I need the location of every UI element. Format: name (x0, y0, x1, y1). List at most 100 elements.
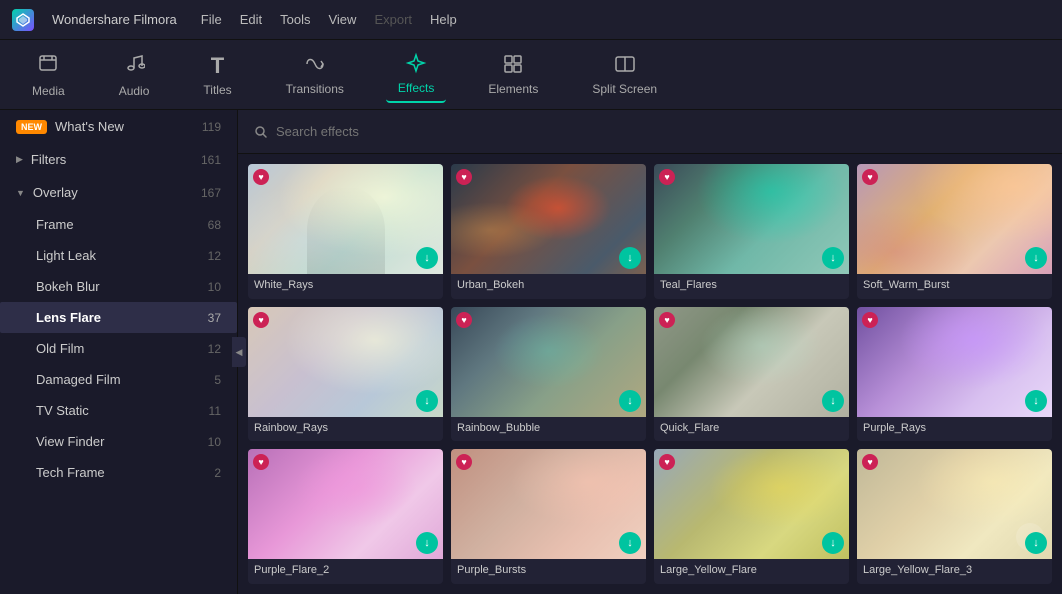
menu-help[interactable]: Help (430, 12, 457, 27)
menu-view[interactable]: View (328, 12, 356, 27)
sidebar-damaged-film-count: 5 (214, 373, 221, 387)
media-label: Media (32, 84, 65, 98)
effect-label-purple-bursts: Purple_Bursts (451, 559, 646, 581)
sidebar-tv-static-count: 11 (209, 404, 221, 418)
sidebar-overlay-count: 167 (201, 186, 221, 200)
effect-label-purple-rays: Purple_Rays (857, 417, 1052, 439)
sidebar-light-leak-count: 12 (208, 249, 221, 263)
effect-label-soft-warm-burst: Soft_Warm_Burst (857, 274, 1052, 296)
effect-card-soft-warm-burst[interactable]: ♥ ↓ Soft_Warm_Burst (857, 164, 1052, 299)
effect-card-rainbow-rays[interactable]: ♥ ↓ Rainbow_Rays (248, 307, 443, 442)
split-screen-icon (614, 53, 636, 78)
sidebar-tech-frame-label: Tech Frame (36, 465, 105, 480)
sidebar-item-damaged-film[interactable]: Damaged Film 5 (0, 364, 237, 395)
sidebar-item-old-film[interactable]: Old Film 12 (0, 333, 237, 364)
effect-card-large-yellow-flare3[interactable]: ♥ ↓ Large_Yellow_Flare_3 (857, 449, 1052, 584)
sidebar-filters-label: Filters (31, 152, 66, 167)
sidebar-item-frame[interactable]: Frame 68 (0, 209, 237, 240)
effect-card-purple-rays[interactable]: ♥ ↓ Purple_Rays (857, 307, 1052, 442)
main-area: NEW What's New 119 ▶ Filters 161 ▼ Overl… (0, 110, 1062, 594)
effect-badge-soft-warm-burst: ♥ (862, 169, 878, 185)
sidebar-tv-static-label: TV Static (36, 403, 89, 418)
sidebar-lens-flare-count: 37 (208, 311, 221, 325)
effect-label-quick-flare: Quick_Flare (654, 417, 849, 439)
effect-label-rainbow-bubble: Rainbow_Bubble (451, 417, 646, 439)
elements-icon (502, 53, 524, 78)
audio-label: Audio (119, 84, 150, 98)
download-btn-teal-flares[interactable]: ↓ (822, 247, 844, 269)
menu-tools[interactable]: Tools (280, 12, 310, 27)
effect-card-purple-flare2[interactable]: ♥ ↓ Purple_Flare_2 (248, 449, 443, 584)
sidebar-item-tv-static[interactable]: TV Static 11 (0, 395, 237, 426)
download-btn-quick-flare[interactable]: ↓ (822, 390, 844, 412)
effect-label-purple-flare2: Purple_Flare_2 (248, 559, 443, 581)
search-input[interactable] (276, 124, 1046, 139)
sidebar-old-film-label: Old Film (36, 341, 84, 356)
search-bar (238, 110, 1062, 154)
transitions-label: Transitions (286, 82, 344, 96)
effect-card-white-rays[interactable]: ♥ ↓ White_Rays (248, 164, 443, 299)
download-btn-soft-warm-burst[interactable]: ↓ (1025, 247, 1047, 269)
titles-label: Titles (203, 83, 231, 97)
toolbar-media[interactable]: Media (20, 46, 77, 104)
sidebar-filters-count: 161 (201, 153, 221, 167)
sidebar-collapse-button[interactable]: ◀ (232, 337, 246, 367)
effect-badge-rainbow-rays: ♥ (253, 312, 269, 328)
effect-label-urban-bokeh: Urban_Bokeh (451, 274, 646, 296)
sidebar-item-bokeh-blur[interactable]: Bokeh Blur 10 (0, 271, 237, 302)
effects-grid: ♥ ↓ White_Rays ♥ ↓ Urban_Bokeh (238, 154, 1062, 594)
toolbar-audio[interactable]: Audio (107, 46, 162, 104)
menu-file[interactable]: File (201, 12, 222, 27)
effect-card-purple-bursts[interactable]: ♥ ↓ Purple_Bursts (451, 449, 646, 584)
effect-badge-urban-bokeh: ♥ (456, 169, 472, 185)
overlay-arrow-icon: ▼ (16, 188, 25, 198)
sidebar-whats-new-label: What's New (55, 119, 124, 134)
download-btn-rainbow-bubble[interactable]: ↓ (619, 390, 641, 412)
effects-label: Effects (398, 81, 434, 95)
toolbar-transitions[interactable]: Transitions (274, 47, 356, 102)
search-icon (254, 125, 268, 139)
elements-label: Elements (488, 82, 538, 96)
effect-label-teal-flares: Teal_Flares (654, 274, 849, 296)
sidebar-item-light-leak[interactable]: Light Leak 12 (0, 240, 237, 271)
media-icon (37, 52, 59, 80)
effect-label-rainbow-rays: Rainbow_Rays (248, 417, 443, 439)
menu-bar: File Edit Tools View Export Help (201, 12, 457, 27)
effects-icon (405, 52, 427, 77)
download-btn-purple-rays[interactable]: ↓ (1025, 390, 1047, 412)
menu-export[interactable]: Export (374, 12, 412, 27)
sidebar-item-tech-frame[interactable]: Tech Frame 2 (0, 457, 237, 488)
sidebar-whats-new-count: 119 (202, 120, 221, 134)
app-logo (12, 9, 34, 31)
effect-card-urban-bokeh[interactable]: ♥ ↓ Urban_Bokeh (451, 164, 646, 299)
download-btn-rainbow-rays[interactable]: ↓ (416, 390, 438, 412)
download-btn-white-rays[interactable]: ↓ (416, 247, 438, 269)
app-name: Wondershare Filmora (52, 12, 177, 27)
toolbar-titles[interactable]: T Titles (191, 47, 243, 103)
effect-card-teal-flares[interactable]: ♥ ↓ Teal_Flares (654, 164, 849, 299)
toolbar: Media Audio T Titles Transitions Effects… (0, 40, 1062, 110)
toolbar-effects[interactable]: Effects (386, 46, 446, 103)
effect-card-quick-flare[interactable]: ♥ ↓ Quick_Flare (654, 307, 849, 442)
sidebar-view-finder-count: 10 (208, 435, 221, 449)
effect-label-white-rays: White_Rays (248, 274, 443, 296)
effect-card-large-yellow-flare[interactable]: ♥ ↓ Large_Yellow_Flare (654, 449, 849, 584)
toolbar-elements[interactable]: Elements (476, 47, 550, 102)
sidebar-bokeh-blur-count: 10 (208, 280, 221, 294)
sidebar-old-film-count: 12 (208, 342, 221, 356)
titles-icon: T (211, 53, 224, 79)
effect-card-rainbow-bubble[interactable]: ♥ ↓ Rainbow_Bubble (451, 307, 646, 442)
sidebar-item-whats-new[interactable]: NEW What's New 119 (0, 110, 237, 143)
menu-edit[interactable]: Edit (240, 12, 262, 27)
download-btn-urban-bokeh[interactable]: ↓ (619, 247, 641, 269)
sidebar-item-view-finder[interactable]: View Finder 10 (0, 426, 237, 457)
sidebar-lens-flare-label: Lens Flare (36, 310, 101, 325)
effect-badge-rainbow-bubble: ♥ (456, 312, 472, 328)
sidebar-item-overlay[interactable]: ▼ Overlay 167 (0, 176, 237, 209)
sidebar-item-lens-flare[interactable]: Lens Flare 37 (0, 302, 237, 333)
toolbar-split-screen[interactable]: Split Screen (580, 47, 669, 102)
audio-icon (123, 52, 145, 80)
filters-arrow-icon: ▶ (16, 154, 23, 165)
sidebar-frame-count: 68 (208, 218, 221, 232)
sidebar-item-filters[interactable]: ▶ Filters 161 (0, 143, 237, 176)
